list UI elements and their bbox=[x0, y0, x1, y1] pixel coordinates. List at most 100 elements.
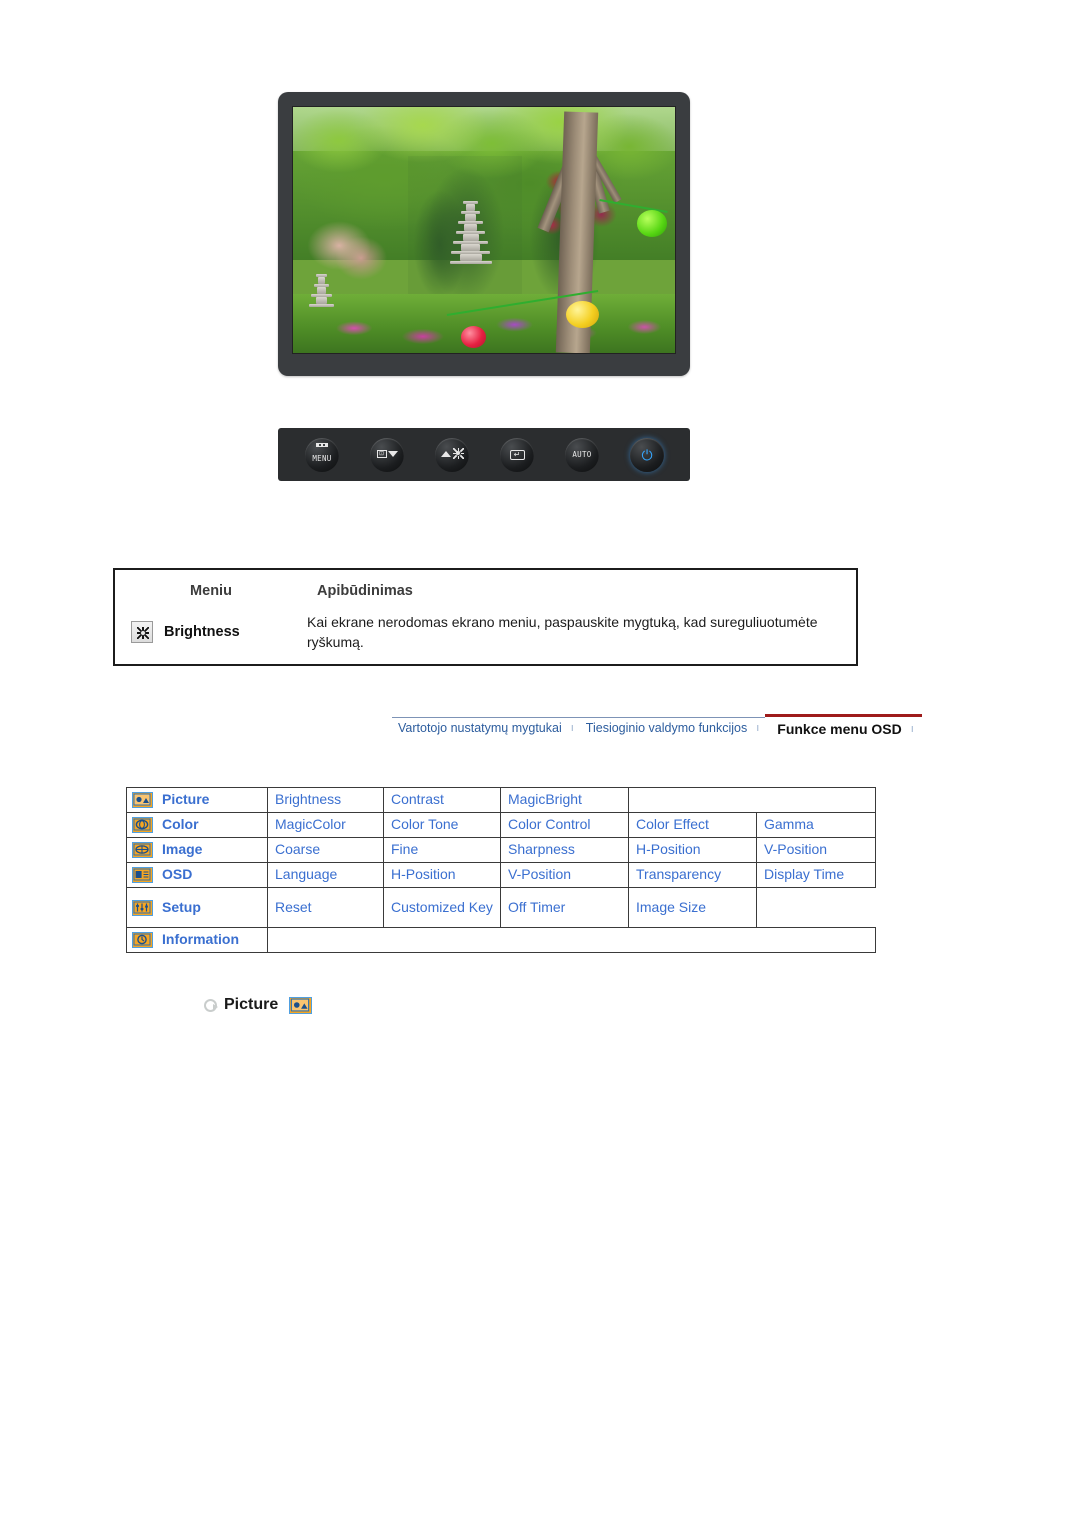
tab-separator: ı bbox=[756, 722, 760, 734]
screen-stone-pagoda bbox=[449, 200, 492, 329]
source-icon: ⊡ bbox=[376, 446, 398, 464]
menu-item-brightness[interactable]: Brightness bbox=[267, 787, 384, 813]
screen-lantern-red bbox=[461, 325, 486, 349]
menu-item-color-effect[interactable]: Color Effect bbox=[628, 812, 757, 838]
monitor-screen bbox=[292, 106, 676, 354]
tab-direct-control-functions[interactable]: Tiesioginio valdymo funkcijos ı bbox=[580, 716, 765, 742]
menu-empty-cell bbox=[383, 927, 501, 953]
menu-category-setup-label: Setup bbox=[162, 898, 201, 915]
brightness-label: Brightness bbox=[164, 624, 240, 641]
table-row: OSD Language H-Position V-Position Trans… bbox=[126, 862, 876, 888]
chevron-down-icon bbox=[387, 451, 398, 458]
tab-separator: ı bbox=[910, 722, 914, 735]
table-row: Color MagicColor Color Tone Color Contro… bbox=[126, 812, 876, 838]
menu-empty-cell bbox=[628, 787, 876, 813]
menu-item-language[interactable]: Language bbox=[267, 862, 384, 888]
menu-empty-cell bbox=[500, 927, 629, 953]
menu-item-h-position[interactable]: H-Position bbox=[628, 837, 757, 863]
menu-item-magiccolor[interactable]: MagicColor bbox=[267, 812, 384, 838]
picture-heading-label: Picture bbox=[224, 996, 279, 1013]
tab-separator: ı bbox=[570, 722, 574, 734]
table-row: Setup Reset Customized Key Off Timer Ima… bbox=[126, 887, 876, 928]
table-row: Information bbox=[126, 927, 876, 953]
information-icon bbox=[132, 932, 153, 948]
auto-button-label: AUTO bbox=[572, 449, 592, 459]
menu-category-color-label: Color bbox=[162, 816, 199, 833]
menu-button[interactable]: MENU bbox=[305, 437, 339, 472]
menu-category-picture[interactable]: Picture bbox=[126, 787, 268, 813]
menu-item-off-timer[interactable]: Off Timer bbox=[500, 887, 629, 928]
picture-icon bbox=[132, 792, 153, 808]
description-row-text-cell: Kai ekrane nerodomas ekrano meniu, paspa… bbox=[307, 612, 856, 653]
header-description-label: Apibūdinimas bbox=[317, 583, 413, 599]
brightness-up-button[interactable] bbox=[435, 437, 469, 472]
setup-icon bbox=[132, 899, 153, 916]
menu-button-label: MENU bbox=[312, 454, 332, 463]
monitor-illustration bbox=[278, 92, 690, 376]
menu-category-image-label: Image bbox=[162, 841, 203, 858]
menu-category-information[interactable]: Information bbox=[126, 927, 268, 953]
chevron-up-icon bbox=[440, 451, 451, 458]
tab-osd-menu-functions[interactable]: Funkce menu OSD ı bbox=[765, 714, 922, 742]
table-row: Image Coarse Fine Sharpness H-Position V… bbox=[126, 837, 876, 863]
description-table-row: Brightness Kai ekrane nerodomas ekrano m… bbox=[115, 612, 856, 653]
tab-direct-control-functions-label: Tiesioginio valdymo funkcijos bbox=[585, 721, 748, 735]
menu-category-osd-label: OSD bbox=[162, 866, 193, 883]
menu-category-osd[interactable]: OSD bbox=[126, 862, 268, 888]
menu-item-customized-key[interactable]: Customized Key bbox=[383, 887, 501, 928]
picture-section-heading: Picture bbox=[204, 996, 313, 1014]
menu-category-setup[interactable]: Setup bbox=[126, 887, 268, 928]
menu-item-transparency[interactable]: Transparency bbox=[628, 862, 757, 888]
menu-dots-icon bbox=[315, 443, 328, 447]
menu-empty-cell bbox=[756, 927, 876, 953]
menu-empty-cell bbox=[628, 927, 757, 953]
description-row-menu-cell: Brightness bbox=[115, 612, 307, 653]
menu-item-coarse[interactable]: Coarse bbox=[267, 837, 384, 863]
menu-item-color-control[interactable]: Color Control bbox=[500, 812, 629, 838]
menu-item-contrast[interactable]: Contrast bbox=[383, 787, 501, 813]
menu-item-magicbright[interactable]: MagicBright bbox=[500, 787, 629, 813]
tab-user-setting-buttons[interactable]: Vartotojo nustatymų mygtukai ı bbox=[392, 716, 580, 742]
menu-empty-cell bbox=[757, 888, 876, 928]
menu-item-h-position[interactable]: H-Position bbox=[383, 862, 501, 888]
auto-button[interactable]: AUTO bbox=[565, 437, 599, 472]
tab-user-setting-buttons-label: Vartotojo nustatymų mygtukai bbox=[398, 721, 562, 735]
tab-osd-menu-functions-label: Funkce menu OSD bbox=[777, 720, 902, 737]
picture-icon bbox=[289, 996, 313, 1014]
enter-icon: ↵ bbox=[509, 449, 525, 460]
header-menu-label: Meniu bbox=[190, 583, 232, 599]
menu-item-reset[interactable]: Reset bbox=[267, 887, 384, 928]
header-cell-description: Apibūdinimas bbox=[307, 582, 856, 600]
brightness-sun-icon bbox=[131, 621, 153, 644]
screen-lantern-yellow bbox=[566, 301, 599, 329]
menu-empty-cell bbox=[267, 927, 384, 953]
monitor-button-bar: MENU ⊡ ↵ AUTO ⏻ bbox=[278, 428, 690, 481]
screen-stone-pagoda-small bbox=[308, 274, 335, 338]
menu-item-color-tone[interactable]: Color Tone bbox=[383, 812, 501, 838]
enter-button[interactable]: ↵ bbox=[500, 437, 534, 472]
section-tab-bar: Vartotojo nustatymų mygtukai ı Tiesiogin… bbox=[392, 712, 922, 742]
menu-category-picture-label: Picture bbox=[162, 791, 210, 808]
image-icon bbox=[132, 842, 153, 858]
menu-item-fine[interactable]: Fine bbox=[383, 837, 501, 863]
menu-description-table: Meniu Apibūdinimas Brightness Kai ekrane… bbox=[113, 568, 858, 666]
menu-item-display-time[interactable]: Display Time bbox=[756, 862, 876, 888]
menu-item-sharpness[interactable]: Sharpness bbox=[500, 837, 629, 863]
source-down-button[interactable]: ⊡ bbox=[370, 437, 404, 472]
table-row: Picture Brightness Contrast MagicBright bbox=[126, 787, 876, 813]
menu-category-image[interactable]: Image bbox=[126, 837, 268, 863]
brightness-icon bbox=[440, 446, 464, 464]
brightness-description-text: Kai ekrane nerodomas ekrano meniu, paspa… bbox=[307, 614, 818, 650]
color-icon bbox=[132, 817, 153, 833]
menu-item-gamma[interactable]: Gamma bbox=[756, 812, 876, 838]
power-icon: ⏻ bbox=[641, 446, 653, 463]
menu-category-color[interactable]: Color bbox=[126, 812, 268, 838]
osd-icon bbox=[132, 867, 153, 883]
menu-item-v-position[interactable]: V-Position bbox=[756, 837, 876, 863]
menu-item-v-position[interactable]: V-Position bbox=[500, 862, 629, 888]
menu-category-information-label: Information bbox=[162, 931, 239, 948]
menu-item-image-size[interactable]: Image Size bbox=[628, 887, 757, 928]
circle-arrow-bullet-icon bbox=[204, 998, 218, 1012]
power-button[interactable]: ⏻ bbox=[630, 437, 664, 472]
header-cell-menu: Meniu bbox=[115, 582, 307, 600]
